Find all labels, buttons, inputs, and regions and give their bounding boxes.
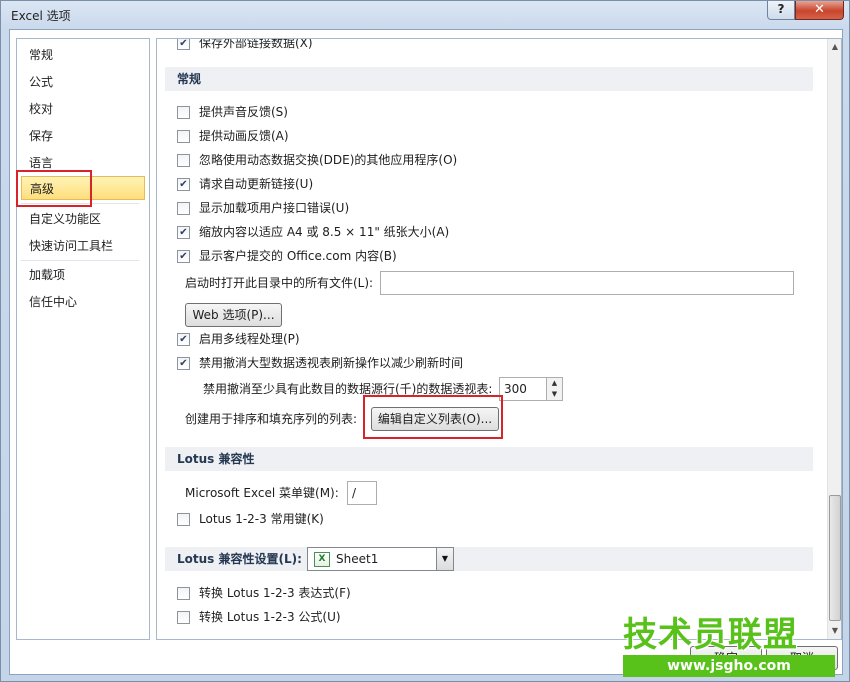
watermark-url: www.jsgho.com — [623, 655, 835, 677]
watermark-title: 技术员联盟 — [623, 615, 798, 655]
checkbox-icon[interactable] — [177, 154, 190, 167]
checkbox-icon[interactable]: ✔ — [177, 250, 190, 263]
startup-folder-label: 启动时打开此目录中的所有文件(L): — [185, 276, 374, 290]
advanced-options-panel: ✔ 保存外部链接数据(X) 常规 提供声音反馈(S) 提供动画反馈(A) 忽略使… — [156, 38, 842, 640]
nav-item-proofing[interactable]: 校对 — [21, 97, 145, 121]
checkbox-icon[interactable] — [177, 106, 190, 119]
checkbox-icon[interactable] — [177, 587, 190, 600]
title-bar: Excel 选项 ? ✕ — [1, 1, 849, 29]
web-options-button[interactable]: Web 选项(P)... — [185, 303, 282, 327]
lotus-settings-label: Lotus 兼容性设置(L): — [177, 552, 302, 566]
custom-list-label: 创建用于排序和填充序列的列表: — [185, 412, 358, 426]
checkbox-icon[interactable] — [177, 611, 190, 624]
checkbox-icon[interactable]: ✔ — [177, 39, 190, 50]
lotus-sheet-select[interactable]: X Sheet1 ▼ — [307, 547, 454, 571]
nav-item-trust-center[interactable]: 信任中心 — [21, 290, 145, 314]
dialog-client: 常规 公式 校对 保存 语言 高级 自定义功能区 快速访问工具栏 加载项 信任中… — [9, 29, 843, 675]
menu-key-label: Microsoft Excel 菜单键(M): — [185, 486, 339, 500]
site-watermark: 技术员联盟 www.jsgho.com — [623, 615, 835, 679]
nav-item-customize-ribbon[interactable]: 自定义功能区 — [21, 207, 145, 231]
dropdown-arrow-icon[interactable]: ▼ — [436, 548, 453, 570]
nav-item-quick-access-toolbar[interactable]: 快速访问工具栏 — [21, 234, 145, 258]
checkbox-icon[interactable]: ✔ — [177, 226, 190, 239]
close-button[interactable]: ✕ — [795, 1, 844, 20]
window-title: Excel 选项 — [11, 9, 71, 23]
nav-item-formulas[interactable]: 公式 — [21, 70, 145, 94]
excel-options-window: Excel 选项 ? ✕ 常规 公式 校对 保存 语言 高级 自定义功能区 快速… — [0, 0, 850, 682]
highlight-advanced — [16, 170, 92, 207]
checkbox-icon[interactable]: ✔ — [177, 178, 190, 191]
highlight-edit-custom-lists — [363, 395, 503, 439]
checkbox-icon[interactable] — [177, 513, 190, 526]
undo-rows-spinner[interactable]: ▲ ▼ — [547, 377, 563, 401]
spin-down-icon[interactable]: ▼ — [547, 389, 562, 400]
checkbox-icon[interactable]: ✔ — [177, 357, 190, 370]
checkbox-icon[interactable]: ✔ — [177, 333, 190, 346]
menu-key-input[interactable]: / — [347, 481, 377, 505]
nav-separator — [21, 260, 139, 261]
nav-item-save[interactable]: 保存 — [21, 124, 145, 148]
spin-up-icon[interactable]: ▲ — [547, 378, 562, 389]
undo-rows-input[interactable]: 300 — [499, 377, 547, 401]
scroll-thumb[interactable] — [829, 495, 841, 621]
options-nav: 常规 公式 校对 保存 语言 高级 自定义功能区 快速访问工具栏 加载项 信任中… — [16, 38, 150, 640]
section-lotus-header: Lotus 兼容性 — [165, 447, 813, 471]
help-button[interactable]: ? — [767, 1, 795, 20]
excel-sheet-icon: X — [314, 552, 330, 567]
scroll-up-icon[interactable]: ▲ — [828, 39, 841, 55]
startup-folder-input[interactable] — [380, 271, 794, 295]
checkbox-icon[interactable] — [177, 202, 190, 215]
nav-item-general[interactable]: 常规 — [21, 43, 145, 67]
section-lotus-settings-header: Lotus 兼容性设置(L): — [165, 547, 813, 571]
checkbox-icon[interactable] — [177, 130, 190, 143]
section-general-header: 常规 — [165, 67, 813, 91]
nav-item-add-ins[interactable]: 加载项 — [21, 263, 145, 287]
vertical-scrollbar[interactable]: ▲ ▼ — [827, 39, 841, 639]
